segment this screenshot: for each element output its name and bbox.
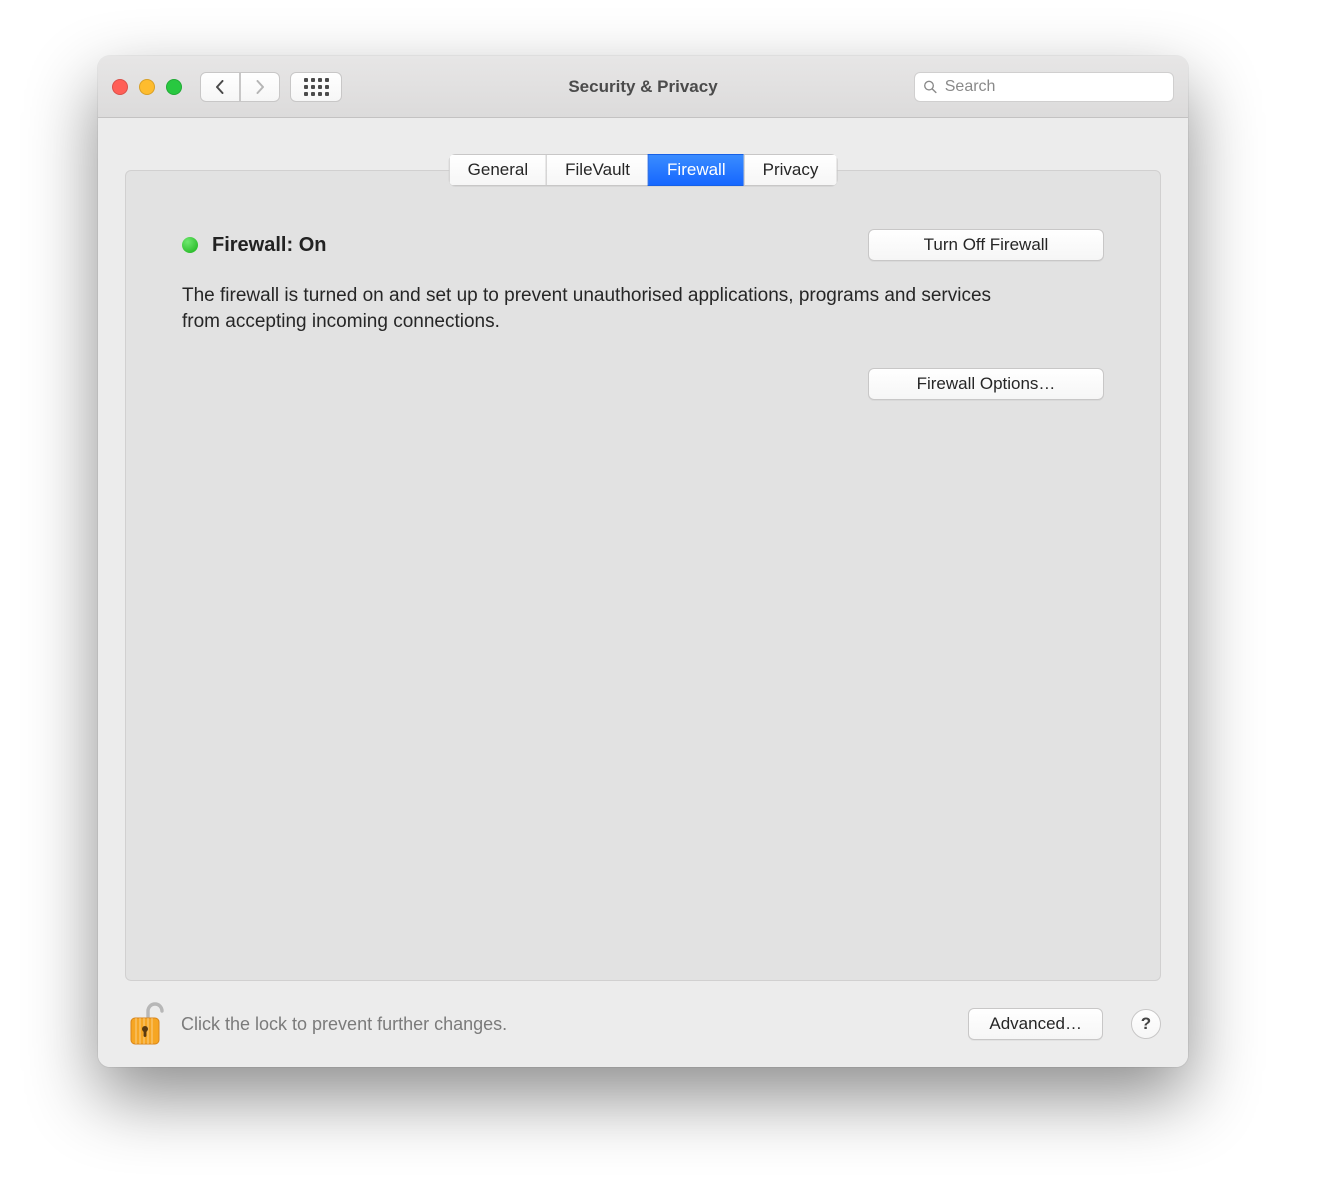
footer: Click the lock to prevent further change… bbox=[98, 981, 1188, 1067]
tab-firewall[interactable]: Firewall bbox=[648, 154, 744, 186]
firewall-status-label: Firewall: On bbox=[212, 234, 326, 257]
firewall-options-button[interactable]: Firewall Options… bbox=[868, 368, 1104, 400]
search-input[interactable] bbox=[943, 77, 1165, 97]
body: General FileVault Firewall Privacy Firew… bbox=[98, 118, 1188, 1067]
tab-privacy[interactable]: Privacy bbox=[744, 154, 838, 186]
show-all-prefs-button[interactable] bbox=[290, 72, 342, 102]
chevron-left-icon bbox=[214, 80, 226, 94]
firewall-description: The firewall is turned on and set up to … bbox=[182, 283, 1012, 334]
advanced-button[interactable]: Advanced… bbox=[968, 1008, 1103, 1040]
minimize-window-button[interactable] bbox=[139, 79, 155, 95]
search-field[interactable] bbox=[914, 72, 1174, 102]
firewall-status-row: Firewall: On Turn Off Firewall bbox=[182, 229, 1104, 261]
zoom-window-button[interactable] bbox=[166, 79, 182, 95]
forward-button[interactable] bbox=[240, 72, 280, 102]
unlocked-lock-icon[interactable] bbox=[125, 1000, 167, 1048]
turn-off-firewall-button[interactable]: Turn Off Firewall bbox=[868, 229, 1104, 261]
close-window-button[interactable] bbox=[112, 79, 128, 95]
chevron-right-icon bbox=[254, 80, 266, 94]
titlebar: Security & Privacy bbox=[98, 56, 1188, 118]
window-controls bbox=[112, 79, 182, 95]
nav-back-forward bbox=[200, 72, 280, 102]
preferences-window: Security & Privacy General FileVault Fir… bbox=[98, 56, 1188, 1067]
help-button[interactable]: ? bbox=[1131, 1009, 1161, 1039]
tab-general[interactable]: General bbox=[449, 154, 546, 186]
search-icon bbox=[923, 79, 937, 94]
grid-icon bbox=[304, 78, 329, 96]
lock-hint-text: Click the lock to prevent further change… bbox=[181, 1014, 507, 1035]
tab-filevault[interactable]: FileVault bbox=[546, 154, 648, 186]
firewall-panel: Firewall: On Turn Off Firewall The firew… bbox=[125, 170, 1161, 981]
tab-bar: General FileVault Firewall Privacy bbox=[449, 154, 838, 186]
status-indicator-icon bbox=[182, 237, 198, 253]
back-button[interactable] bbox=[200, 72, 240, 102]
